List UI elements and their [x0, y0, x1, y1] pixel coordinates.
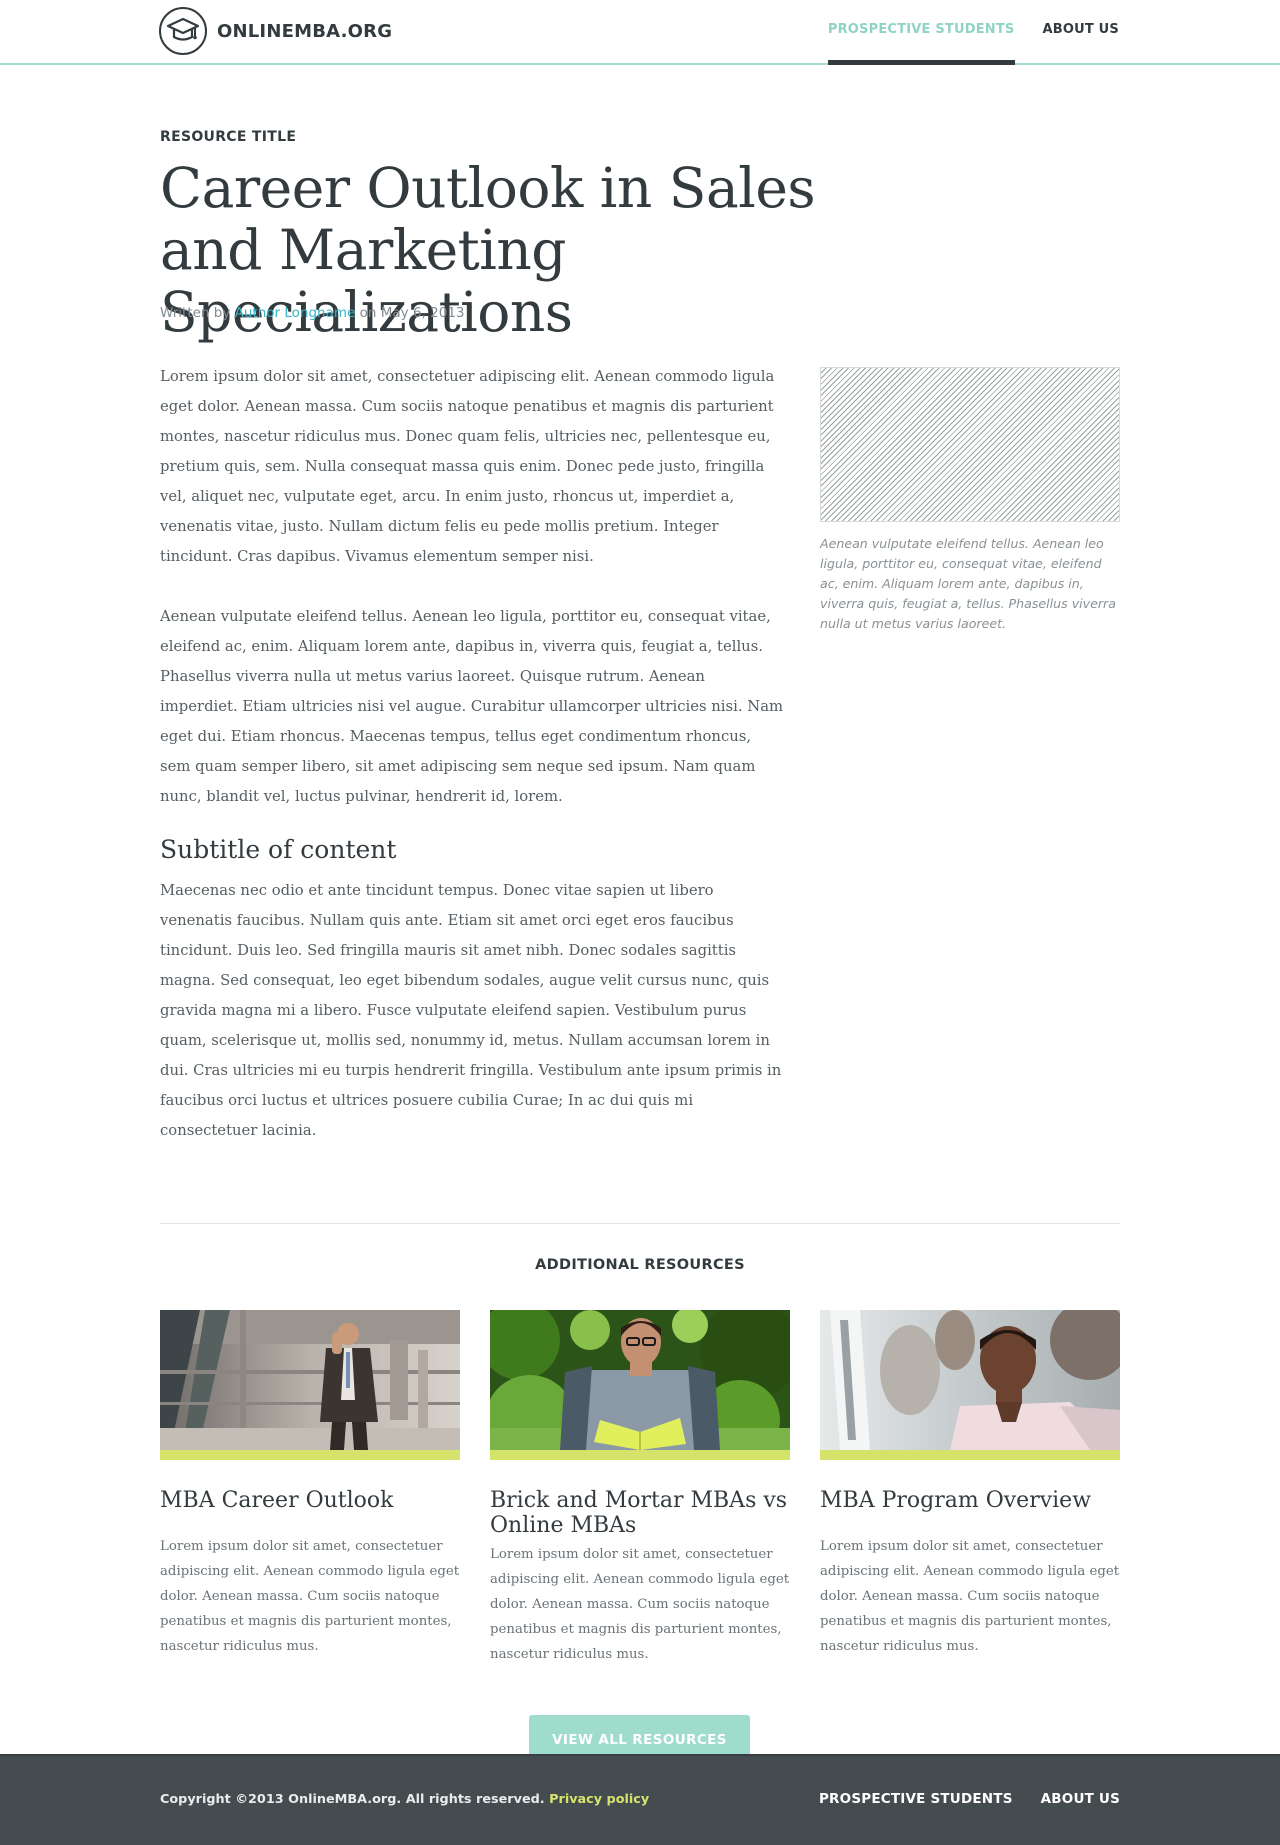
- resource-eyebrow: RESOURCE TITLE: [160, 129, 297, 145]
- main-content: RESOURCE TITLE Career Outlook in Sales a…: [160, 65, 1120, 1765]
- image-placeholder: [820, 367, 1120, 522]
- article-paragraph: Lorem ipsum dolor sit amet, consectetuer…: [160, 368, 775, 565]
- footer-nav: PROSPECTIVE STUDENTS ABOUT US: [819, 1791, 1120, 1807]
- copyright-text: Copyright ©2013 OnlineMBA.org. All right…: [160, 1792, 545, 1807]
- resource-card[interactable]: MBA Program Overview Lorem ipsum dolor s…: [820, 1310, 1120, 1667]
- article-body: Lorem ipsum dolor sit amet, consectetuer…: [160, 362, 785, 1176]
- site-logo[interactable]: ONLINEMBA.ORG: [159, 7, 392, 55]
- byline: Written by Author Longname on May 6, 201…: [160, 305, 465, 321]
- site-header: ONLINEMBA.ORG PROSPECTIVE STUDENTS ABOUT…: [0, 0, 1280, 65]
- graduation-cap-icon: [159, 7, 207, 55]
- resource-cards: MBA Career Outlook Lorem ipsum dolor sit…: [160, 1310, 1120, 1667]
- article-paragraph: Aenean vulputate eleifend tellus. Aenean…: [160, 608, 784, 805]
- section-divider: [160, 1223, 1120, 1224]
- publish-date: May 6, 2013: [380, 305, 465, 321]
- resource-card-text: Lorem ipsum dolor sit amet, consectetuer…: [490, 1547, 790, 1662]
- byline-mid: on: [359, 305, 377, 321]
- logo-text: ONLINEMBA.ORG: [217, 20, 393, 42]
- byline-prefix: Written by: [160, 305, 231, 321]
- site-footer: Copyright ©2013 OnlineMBA.org. All right…: [0, 1754, 1280, 1845]
- privacy-policy-link[interactable]: Privacy policy: [549, 1792, 649, 1807]
- main-nav: PROSPECTIVE STUDENTS ABOUT US: [800, 0, 1120, 65]
- resource-card-title[interactable]: MBA Career Outlook: [160, 1488, 460, 1513]
- additional-resources-heading: ADDITIONAL RESOURCES: [535, 1257, 745, 1273]
- copyright: Copyright ©2013 OnlineMBA.org. All right…: [160, 1792, 649, 1807]
- resource-thumbnail-smiling-man[interactable]: [820, 1310, 1120, 1460]
- content-subtitle: Subtitle of content: [160, 835, 397, 864]
- footer-nav-about-us[interactable]: ABOUT US: [1041, 1791, 1120, 1807]
- nav-about-us[interactable]: ABOUT US: [1043, 0, 1120, 63]
- nav-prospective-students[interactable]: PROSPECTIVE STUDENTS: [827, 0, 1015, 65]
- resource-card-title[interactable]: Brick and Mortar MBAs vs Online MBAs: [490, 1488, 790, 1538]
- article-figure: Aenean vulputate eleifend tellus. Aenean…: [820, 367, 1120, 634]
- resource-thumbnail-student-reading[interactable]: [490, 1310, 790, 1460]
- article-paragraph: Maecenas nec odio et ante tincidunt temp…: [160, 882, 782, 1139]
- resource-card-text: Lorem ipsum dolor sit amet, consectetuer…: [160, 1539, 460, 1654]
- resource-card[interactable]: Brick and Mortar MBAs vs Online MBAs Lor…: [490, 1310, 790, 1667]
- resource-card-text: Lorem ipsum dolor sit amet, consectetuer…: [820, 1539, 1120, 1654]
- footer-nav-prospective-students[interactable]: PROSPECTIVE STUDENTS: [819, 1791, 1013, 1807]
- resource-card[interactable]: MBA Career Outlook Lorem ipsum dolor sit…: [160, 1310, 460, 1667]
- figure-caption: Aenean vulputate eleifend tellus. Aenean…: [820, 536, 1116, 631]
- resource-card-title[interactable]: MBA Program Overview: [820, 1488, 1120, 1513]
- resource-thumbnail-businessman[interactable]: [160, 1310, 460, 1460]
- author-link[interactable]: Author Longname: [235, 305, 356, 321]
